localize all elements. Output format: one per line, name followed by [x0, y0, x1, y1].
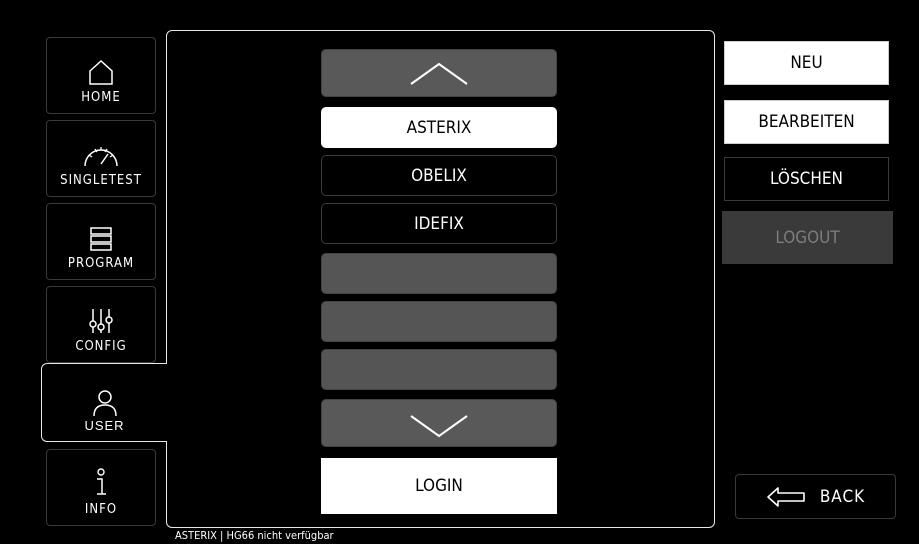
user-list-item-label: ASTERIX: [406, 117, 472, 138]
edit-button-label: BEARBEITEN: [758, 112, 855, 132]
chevron-up-icon: [410, 62, 468, 85]
user-list-item[interactable]: IDEFIX: [321, 203, 557, 244]
scroll-up-button[interactable]: [321, 49, 557, 97]
list-icon: [90, 227, 112, 251]
user-list-item[interactable]: OBELIX: [321, 155, 557, 196]
logout-button-label: LOGOUT: [775, 227, 840, 248]
user-list-item-label: OBELIX: [411, 165, 467, 186]
delete-button-label: LÖSCHEN: [770, 169, 843, 189]
new-button-label: NEU: [790, 53, 823, 73]
back-arrow-icon: [767, 486, 805, 507]
sliders-icon: [89, 309, 113, 333]
new-button[interactable]: NEU: [724, 41, 889, 85]
nav-user[interactable]: USER: [41, 363, 167, 442]
back-button[interactable]: BACK: [735, 474, 896, 519]
user-list-empty-slot[interactable]: [321, 349, 557, 390]
nav-info[interactable]: INFO: [46, 449, 156, 526]
login-button[interactable]: LOGIN: [321, 458, 557, 514]
chevron-down-icon: [410, 415, 468, 438]
user-icon: [92, 390, 117, 417]
nav-home[interactable]: HOME: [46, 37, 156, 114]
home-icon: [89, 59, 113, 85]
back-button-label: BACK: [819, 486, 866, 507]
status-text: ASTERIX | HG66 nicht verfügbar: [175, 529, 334, 542]
edit-button[interactable]: BEARBEITEN: [724, 100, 889, 144]
nav-home-label: HOME: [81, 90, 121, 105]
nav-user-label: USER: [84, 418, 125, 433]
nav-config[interactable]: CONFIG: [46, 286, 156, 363]
nav-singletest[interactable]: SINGLETEST: [46, 120, 156, 197]
logout-button[interactable]: LOGOUT: [722, 211, 893, 264]
login-button-label: LOGIN: [415, 476, 463, 496]
info-icon: [97, 468, 106, 495]
user-list-item-label: IDEFIX: [414, 213, 464, 234]
nav-program-label: PROGRAM: [67, 256, 135, 271]
nav-info-label: INFO: [84, 502, 118, 517]
nav-program[interactable]: PROGRAM: [46, 203, 156, 280]
user-list-item[interactable]: ASTERIX: [321, 107, 557, 148]
gauge-icon: [84, 147, 118, 167]
nav-singletest-label: SINGLETEST: [60, 173, 142, 188]
scroll-down-button[interactable]: [321, 399, 557, 447]
user-list-empty-slot[interactable]: [321, 301, 557, 342]
delete-button[interactable]: LÖSCHEN: [724, 157, 889, 201]
user-list-empty-slot[interactable]: [321, 253, 557, 294]
nav-config-label: CONFIG: [75, 339, 127, 354]
